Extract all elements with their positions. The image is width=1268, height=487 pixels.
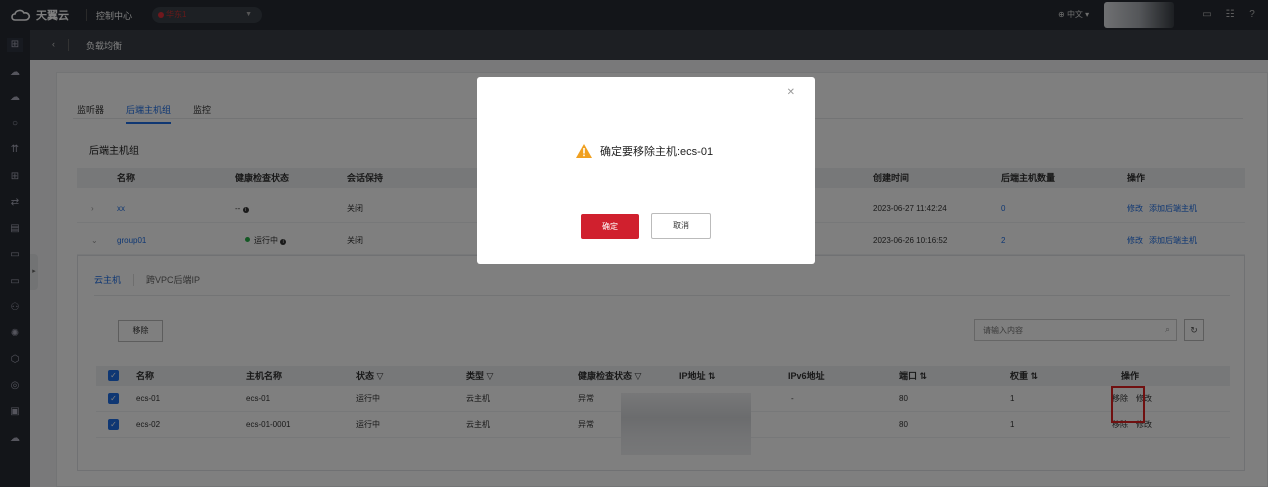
confirm-message: 确定要移除主机:ecs-01 (576, 143, 713, 159)
confirm-message-text: 确定要移除主机:ecs-01 (600, 146, 714, 158)
close-icon[interactable]: ✕ (787, 87, 795, 98)
cancel-button[interactable]: 取消 (651, 213, 711, 239)
warning-icon (576, 144, 592, 158)
confirm-button[interactable]: 确定 (581, 214, 639, 239)
confirm-dialog: ✕ 确定要移除主机:ecs-01 确定 取消 (477, 77, 815, 264)
